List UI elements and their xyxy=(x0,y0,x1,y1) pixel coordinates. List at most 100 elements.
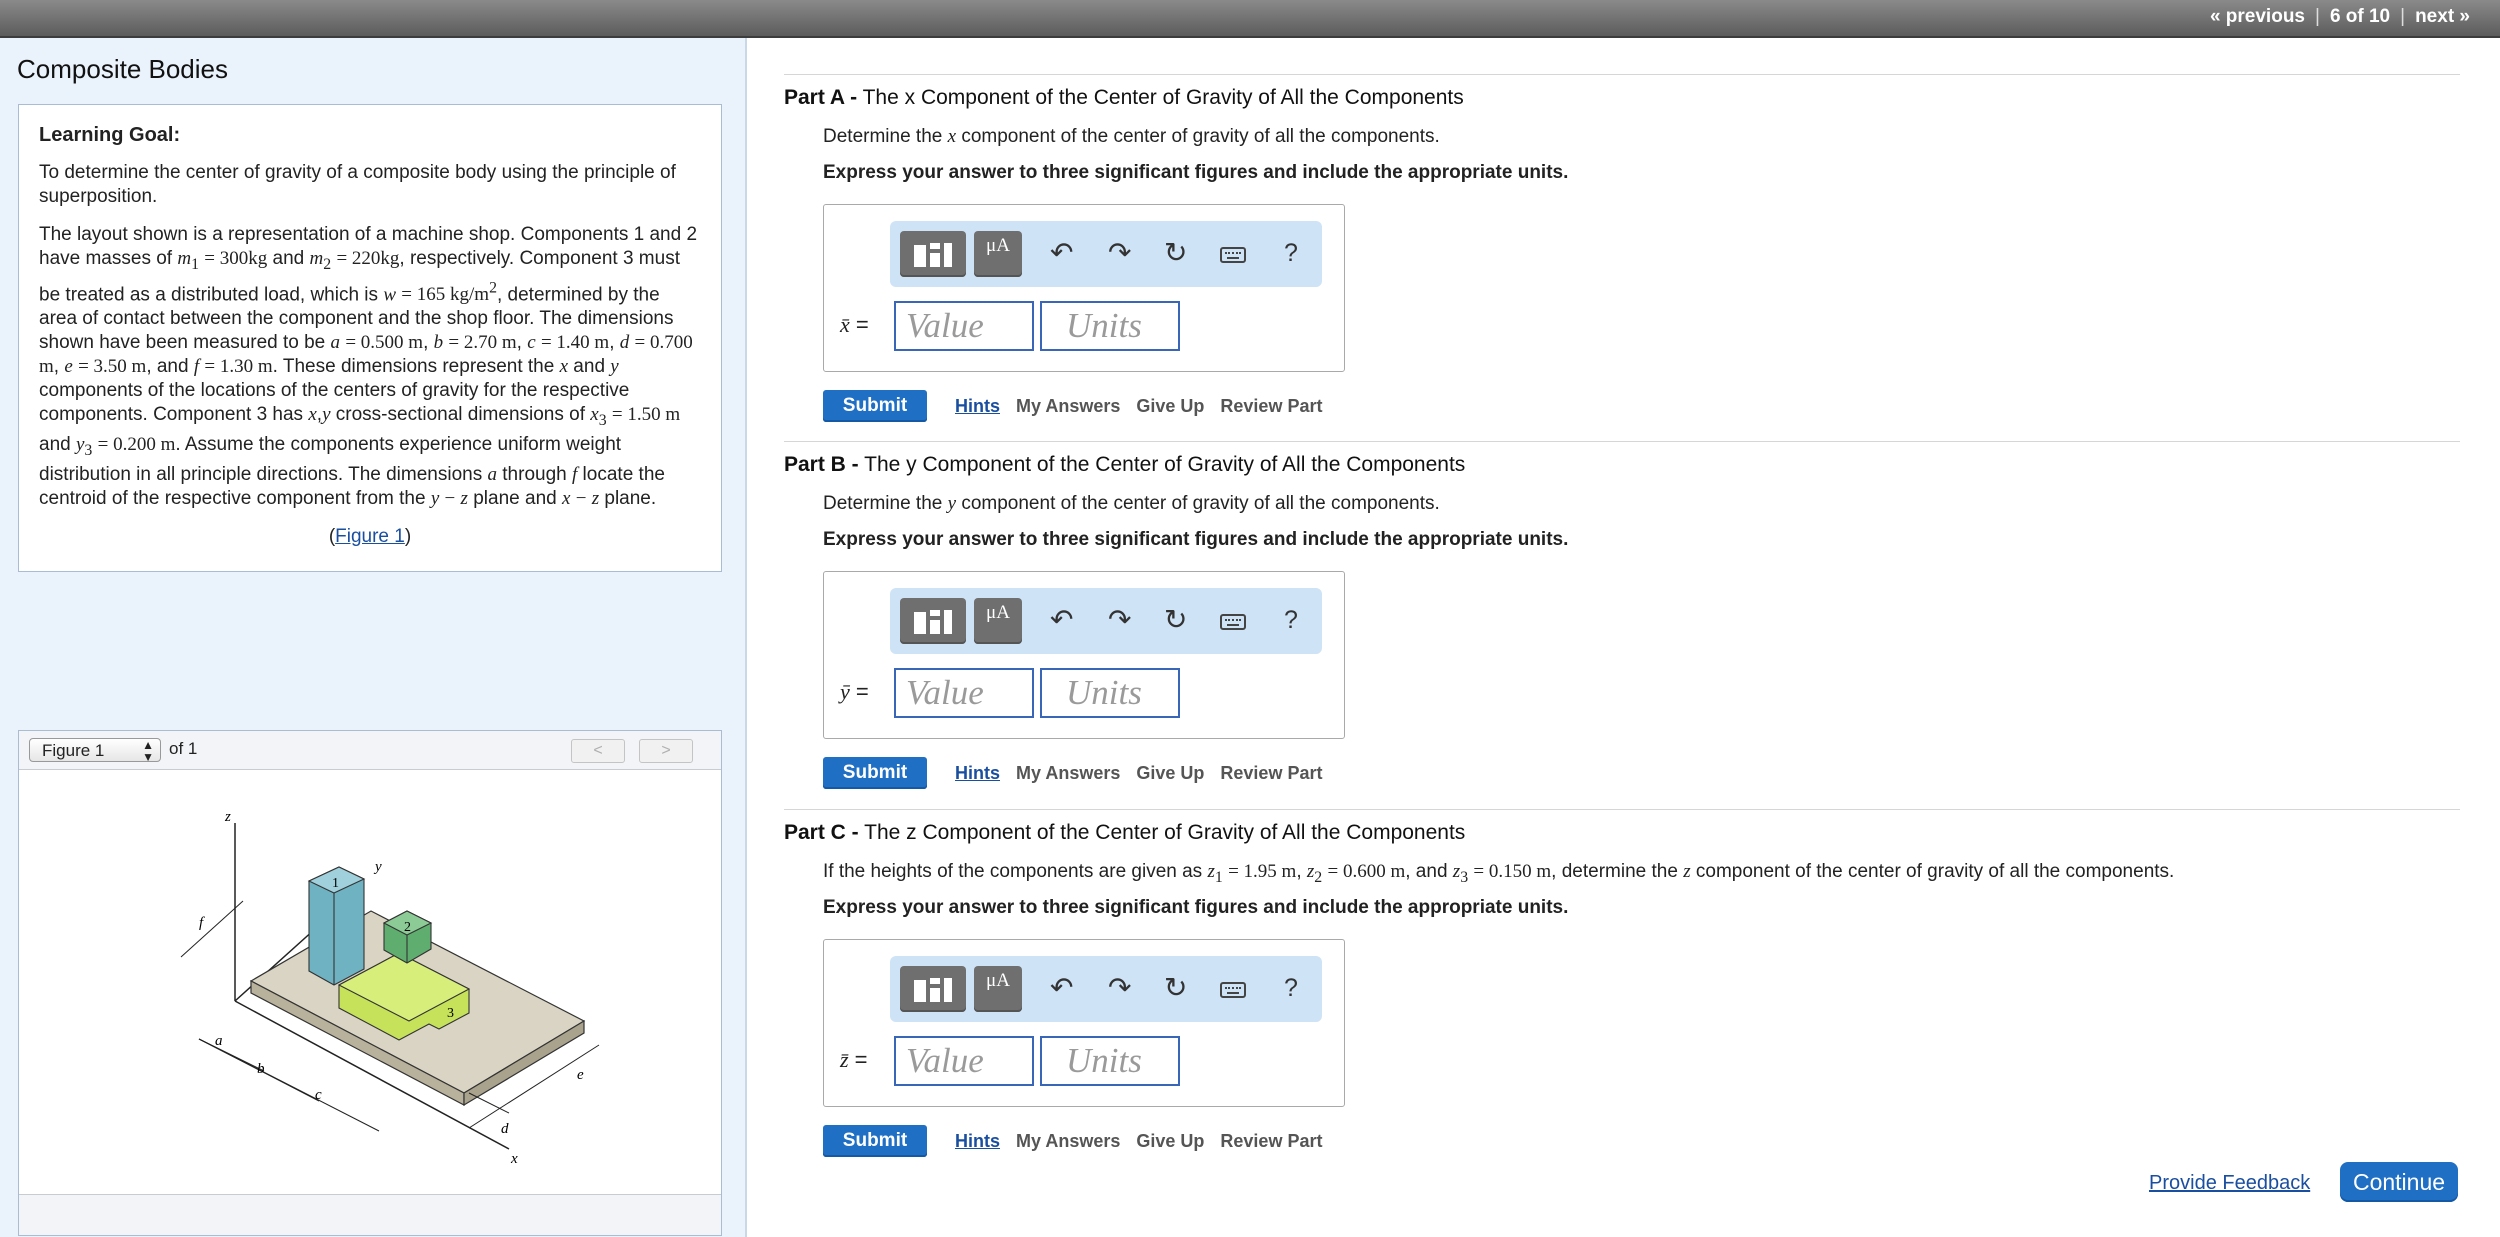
component-2-label: 2 xyxy=(404,920,411,935)
figure-prev-button[interactable]: < xyxy=(571,739,625,763)
part-b-units-input[interactable]: Units xyxy=(1040,668,1180,718)
undo-icon[interactable]: ↶ xyxy=(1050,606,1073,634)
part-b-value-input[interactable]: Value xyxy=(894,668,1034,718)
figure-label-d: d xyxy=(501,1121,509,1137)
give-up-link[interactable]: Give Up xyxy=(1136,396,1204,417)
part-c-units-input[interactable]: Units xyxy=(1040,1036,1180,1086)
z-bar-label: z̄ = xyxy=(840,1047,868,1072)
submit-button[interactable]: Submit xyxy=(823,390,927,422)
part-c-value-input[interactable]: Value xyxy=(894,1036,1034,1086)
dimension-f-line xyxy=(180,900,244,958)
review-part-link[interactable]: Review Part xyxy=(1220,1131,1322,1152)
page-title: Composite Bodies xyxy=(17,54,228,84)
redo-icon[interactable]: ↷ xyxy=(1108,239,1131,267)
part-c: Part C - The z Component of the Center o… xyxy=(784,809,2460,1157)
x-bar-label: x̄ = xyxy=(840,312,869,337)
component-3-label: 3 xyxy=(447,1006,454,1021)
select-arrows-icon: ▲ ▼ xyxy=(142,738,154,764)
part-b-heading: Part B - The y Component of the Center o… xyxy=(784,453,1465,477)
part-a-title: The x Component of the Center of Gravity… xyxy=(862,86,1464,109)
my-answers-link[interactable]: My Answers xyxy=(1016,396,1120,417)
submit-button[interactable]: Submit xyxy=(823,1125,927,1157)
component-1-label: 1 xyxy=(332,876,339,891)
part-c-title: The z Component of the Center of Gravity… xyxy=(864,821,1466,844)
next-link[interactable]: next » xyxy=(2405,6,2480,28)
redo-icon[interactable]: ↷ xyxy=(1108,974,1131,1002)
part-a-question: Determine the x component of the center … xyxy=(823,126,1440,147)
undo-icon[interactable]: ↶ xyxy=(1050,974,1073,1002)
templates-icon[interactable] xyxy=(900,598,966,644)
top-navigation-bar: « previous | 6 of 10 | next » xyxy=(0,0,2500,38)
part-a: Part A - The x Component of the Center o… xyxy=(784,74,2460,422)
part-divider xyxy=(784,441,2460,442)
reset-icon[interactable]: ↻ xyxy=(1164,606,1187,634)
redo-icon[interactable]: ↷ xyxy=(1108,606,1131,634)
figure-select[interactable]: Figure 1 ▲ ▼ xyxy=(29,738,161,764)
part-b-actions: Submit Hints My Answers Give Up Review P… xyxy=(823,757,1338,789)
units-symbol-button[interactable]: μA xyxy=(974,231,1022,277)
figure-next-button[interactable]: > xyxy=(639,739,693,763)
part-divider xyxy=(784,74,2460,75)
machine-shop-figure: z y x f a b c d e 1 2 3 xyxy=(180,809,600,1167)
undo-icon[interactable]: ↶ xyxy=(1050,239,1073,267)
keyboard-icon[interactable] xyxy=(1220,614,1246,630)
part-a-value-input[interactable]: Value xyxy=(894,301,1034,351)
keyboard-icon[interactable] xyxy=(1220,982,1246,998)
hints-link[interactable]: Hints xyxy=(955,1131,1000,1152)
part-a-units-input[interactable]: Units xyxy=(1040,301,1180,351)
templates-icon[interactable] xyxy=(900,231,966,277)
figure-count: of 1 xyxy=(169,739,198,758)
figure-link[interactable]: Figure 1 xyxy=(335,526,405,547)
part-c-answer-box: μA ↶ ↷ ↻ ? z̄ = Value Units xyxy=(823,939,1345,1107)
reset-icon[interactable]: ↻ xyxy=(1164,239,1187,267)
figure-label-a: a xyxy=(215,1033,223,1049)
problem-description: The layout shown is a representation of … xyxy=(39,224,698,509)
hints-link[interactable]: Hints xyxy=(955,396,1000,417)
part-c-letter: Part C - xyxy=(784,821,859,844)
part-b-question: Determine the y component of the center … xyxy=(823,493,1440,514)
submit-button[interactable]: Submit xyxy=(823,757,927,789)
figure-label-c: c xyxy=(315,1087,322,1103)
assignment-nav: « previous | 6 of 10 | next » xyxy=(2200,6,2480,28)
review-part-link[interactable]: Review Part xyxy=(1220,396,1322,417)
dimension-d-line xyxy=(468,1092,510,1114)
part-c-heading: Part C - The z Component of the Center o… xyxy=(784,821,1465,845)
part-a-instruction: Express your answer to three significant… xyxy=(823,162,1569,183)
position-indicator: 6 of 10 xyxy=(2329,6,2391,27)
part-a-letter: Part A - xyxy=(784,86,858,109)
reset-icon[interactable]: ↻ xyxy=(1164,974,1187,1002)
give-up-link[interactable]: Give Up xyxy=(1136,763,1204,784)
part-b-instruction: Express your answer to three significant… xyxy=(823,529,1569,550)
learning-goal-label: Learning Goal: xyxy=(39,124,181,146)
units-symbol-button[interactable]: μA xyxy=(974,966,1022,1012)
part-a-actions: Submit Hints My Answers Give Up Review P… xyxy=(823,390,1338,422)
help-icon[interactable]: ? xyxy=(1284,606,1298,635)
dimension-c-line xyxy=(198,1038,380,1132)
keyboard-icon[interactable] xyxy=(1220,247,1246,263)
help-icon[interactable]: ? xyxy=(1284,974,1298,1003)
part-c-question: If the heights of the components are giv… xyxy=(823,861,2175,886)
figure-label-z: z xyxy=(224,809,231,825)
part-a-answer-box: μA ↶ ↷ ↻ ? x̄ = Value Units xyxy=(823,204,1345,372)
figure-toolbar: Figure 1 ▲ ▼ of 1 < > xyxy=(19,731,721,770)
review-part-link[interactable]: Review Part xyxy=(1220,763,1322,784)
previous-link[interactable]: « previous xyxy=(2200,6,2315,28)
provide-feedback-link[interactable]: Provide Feedback xyxy=(2149,1172,2310,1195)
hints-link[interactable]: Hints xyxy=(955,763,1000,784)
part-c-actions: Submit Hints My Answers Give Up Review P… xyxy=(823,1125,1338,1157)
part-b-answer-box: μA ↶ ↷ ↻ ? ȳ = Value Units xyxy=(823,571,1345,739)
units-symbol-button[interactable]: μA xyxy=(974,598,1022,644)
continue-button[interactable]: Continue xyxy=(2340,1162,2458,1202)
templates-icon[interactable] xyxy=(900,966,966,1012)
part-divider xyxy=(784,809,2460,810)
part-b: Part B - The y Component of the Center o… xyxy=(784,441,2460,789)
give-up-link[interactable]: Give Up xyxy=(1136,1131,1204,1152)
y-bar-label: ȳ = xyxy=(840,679,869,704)
help-icon[interactable]: ? xyxy=(1284,239,1298,268)
figure-label-b: b xyxy=(257,1061,265,1077)
my-answers-link[interactable]: My Answers xyxy=(1016,763,1120,784)
my-answers-link[interactable]: My Answers xyxy=(1016,1131,1120,1152)
figure-label-x: x xyxy=(510,1151,518,1167)
figure-label-e: e xyxy=(577,1067,584,1083)
part-a-heading: Part A - The x Component of the Center o… xyxy=(784,86,1464,110)
